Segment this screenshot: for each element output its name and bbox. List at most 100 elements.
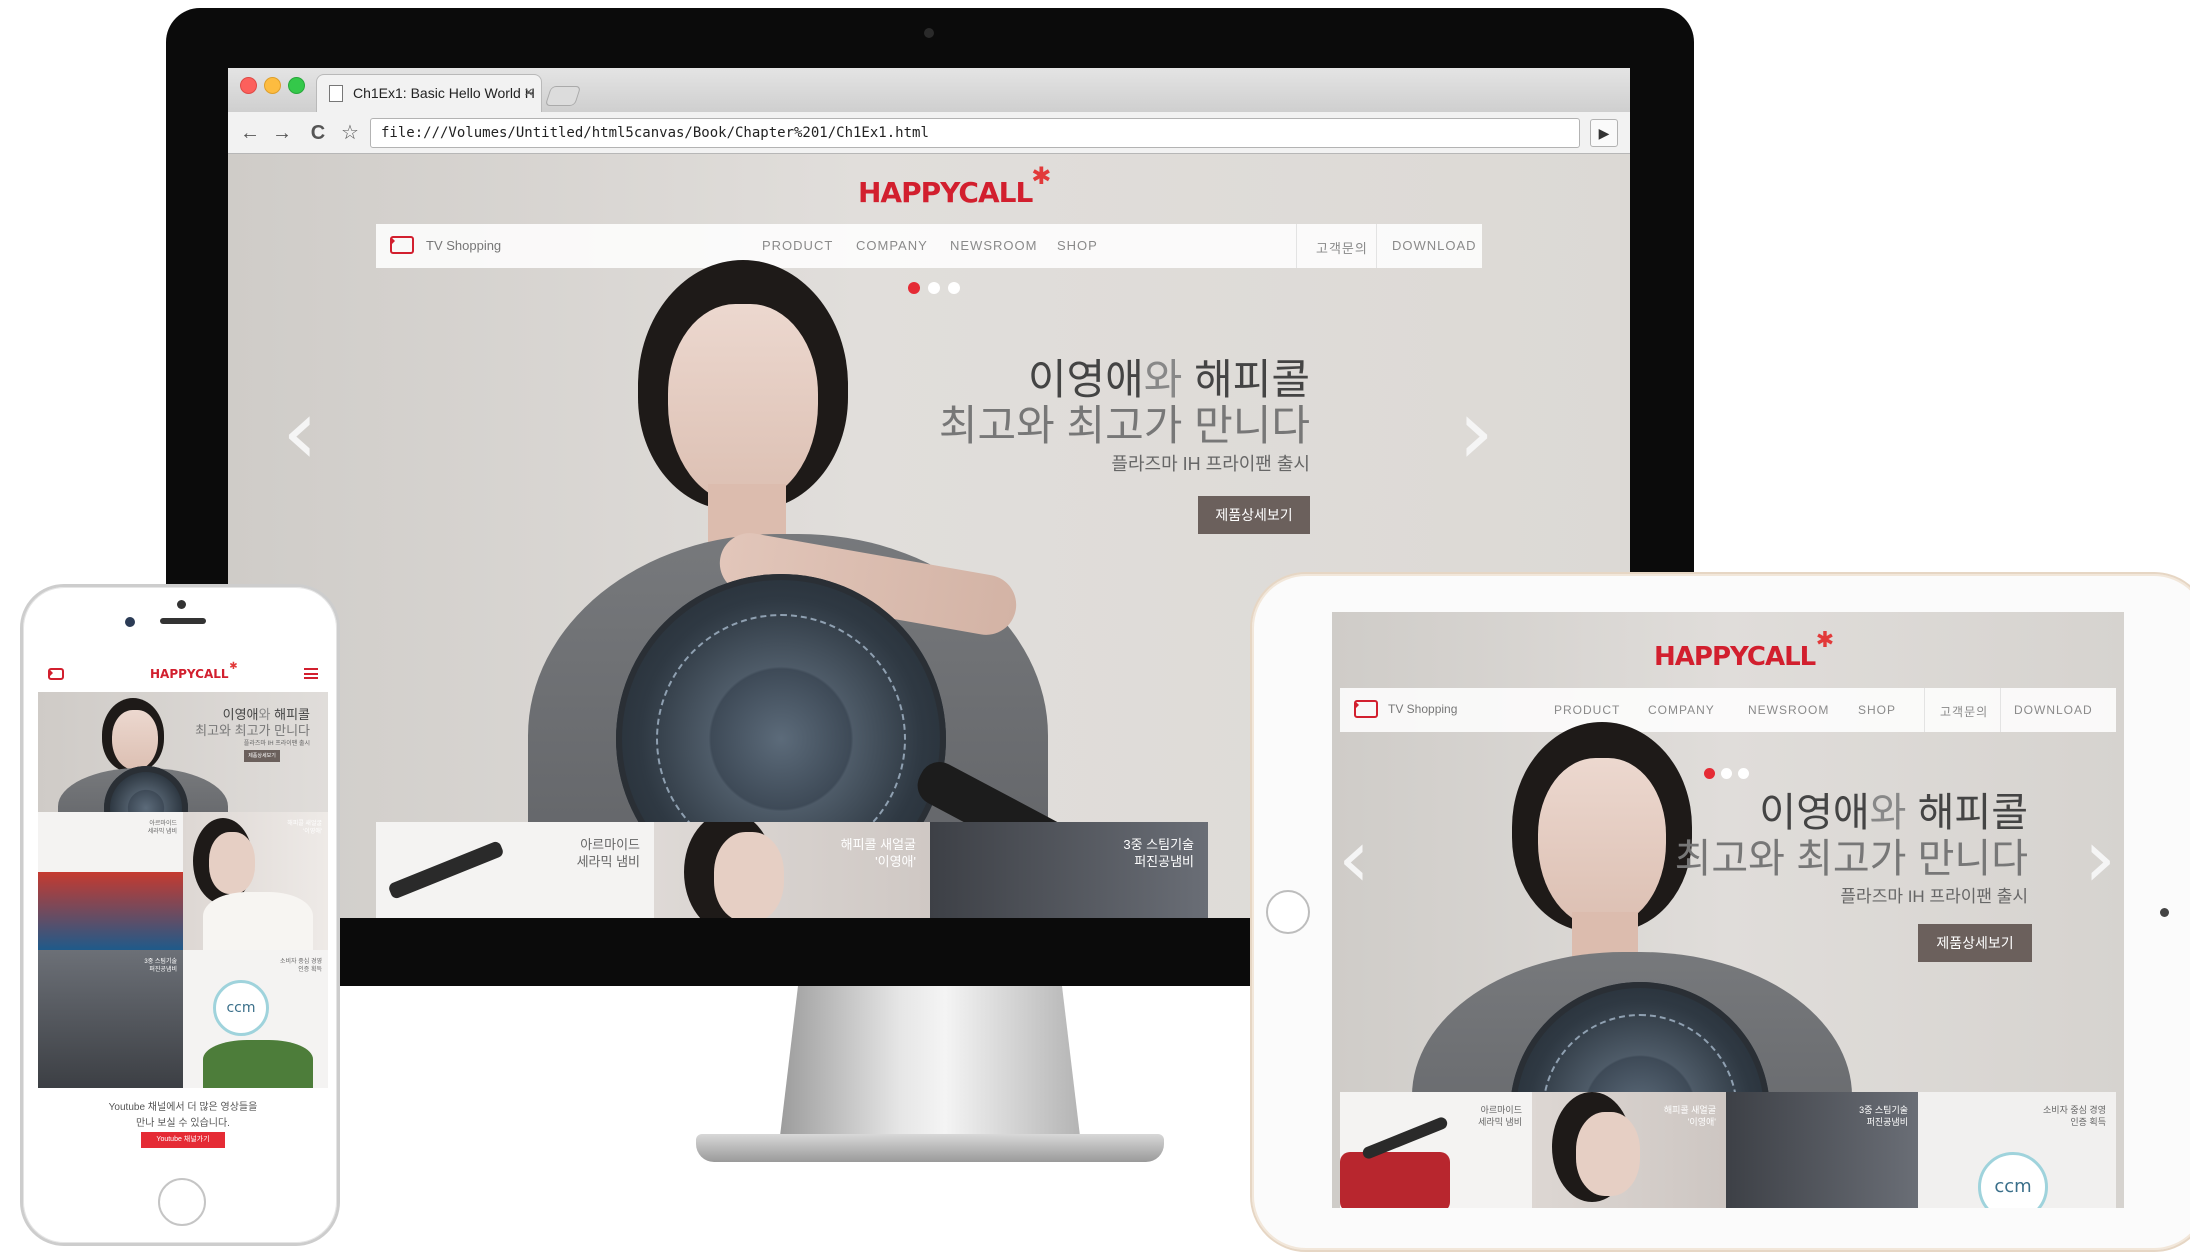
nav-download[interactable]: DOWNLOAD xyxy=(1392,238,1477,253)
thumb-line: 해피콜 새얼굴 xyxy=(840,837,916,852)
thumb-line: 인증 획득 xyxy=(2070,1117,2106,1127)
thumb-text: 아르마이드 세라믹 냄비 xyxy=(577,836,640,870)
reload-icon[interactable]: C xyxy=(304,119,332,147)
nav-support[interactable]: 고객문의 xyxy=(1316,238,1368,257)
back-arrow-icon[interactable]: ← xyxy=(236,119,264,147)
nav-divider xyxy=(1376,224,1377,268)
thumb-new-face[interactable]: 해피콜 새얼굴 '이영애' xyxy=(1532,1092,1726,1208)
thumb-text: 아르마이드 세라믹 냄비 xyxy=(148,820,177,836)
tv-shopping-link[interactable]: TV Shopping xyxy=(390,236,501,254)
ipad-home-button[interactable] xyxy=(1266,890,1310,934)
carousel-dot-1[interactable] xyxy=(1704,768,1715,779)
tile-new-face[interactable]: 해피콜 새얼굴 '이영애' xyxy=(183,812,328,950)
thumb-text: 소비자 중심 경영 인증 획득 xyxy=(280,958,322,974)
happycall-logo[interactable]: HAPPYCALL ✱ xyxy=(1654,628,1834,672)
thumb-ccm-certification[interactable]: ccm 소비자 중심 경영 인증 획득 xyxy=(1918,1092,2116,1208)
browser-tab-bar: Ch1Ex1: Basic Hello World H × xyxy=(228,68,1630,112)
carousel-prev-icon[interactable]: ‹ xyxy=(282,380,318,485)
nav-download[interactable]: DOWNLOAD xyxy=(2014,703,2093,717)
product-details-button[interactable]: 제품상세보기 xyxy=(244,750,280,762)
thumb-text: 해피콜 새얼굴 '이영애' xyxy=(841,836,916,870)
happycall-logo[interactable]: HAPPYCALL ✱ xyxy=(150,661,238,681)
carousel-dot-3[interactable] xyxy=(948,282,960,294)
tile-ceramic-pot[interactable]: 아르마이드 세라믹 냄비 xyxy=(38,812,183,950)
carousel-dots xyxy=(908,282,960,294)
thumb-new-face[interactable]: 해피콜 새얼굴 '이영애' xyxy=(654,822,930,918)
mobile-hero: 이영애와 해피콜 최고와 최고가 만니다 플라즈마 IH 프라이팬 출시 제품상… xyxy=(38,692,328,850)
tile-steam-pot[interactable]: 3중 스팀기술 퍼진공냄비 xyxy=(38,950,183,1088)
carousel-dots xyxy=(1704,768,1749,779)
thumb-text: 소비자 중심 경영 인증 획득 xyxy=(2043,1104,2106,1128)
nav-product[interactable]: PRODUCT xyxy=(1554,703,1620,717)
thumb-line: 해피콜 새얼굴 xyxy=(1663,1105,1716,1115)
nav-newsroom[interactable]: NEWSROOM xyxy=(1748,703,1829,717)
browser-tab[interactable]: Ch1Ex1: Basic Hello World H × xyxy=(316,74,542,112)
carousel-next-icon[interactable]: › xyxy=(2084,812,2116,905)
tv-play-icon[interactable] xyxy=(48,668,64,680)
forward-arrow-icon[interactable]: → xyxy=(268,119,296,147)
ccm-badge: ccm xyxy=(1978,1152,2048,1208)
ipad-screen: HAPPYCALL ✱ TV Shopping PRODUCT COMPANY … xyxy=(1332,612,2124,1208)
hero-subtitle: 플라즈마 IH 프라이팬 출시 xyxy=(1840,887,2028,906)
carousel-dot-2[interactable] xyxy=(1721,768,1732,779)
hamburger-menu-icon[interactable] xyxy=(304,668,318,679)
thumb-line: 아르마이드 xyxy=(580,837,640,852)
youtube-channel-button[interactable]: Youtube 채널가기 xyxy=(141,1132,225,1148)
carousel-dot-1[interactable] xyxy=(908,282,920,294)
thumb-line: '이영애' xyxy=(303,829,322,835)
new-tab-button[interactable] xyxy=(544,86,582,106)
carousel-prev-icon[interactable]: ‹ xyxy=(1338,812,1370,905)
thumb-steam-pot[interactable]: 3중 스팀기술 퍼진공냄비 xyxy=(930,822,1208,918)
mobile-header: HAPPYCALL ✱ xyxy=(38,656,328,692)
close-window-button[interactable] xyxy=(240,77,257,94)
iphone-speaker xyxy=(160,618,206,624)
thumb-text: 아르마이드 세라믹 냄비 xyxy=(1478,1104,1522,1128)
model-thumb-outfit xyxy=(203,892,313,950)
tv-shopping-link[interactable]: TV Shopping xyxy=(1354,700,1457,718)
thumb-text: 해피콜 새얼굴 '이영애' xyxy=(287,820,322,836)
imac-stand xyxy=(780,986,1080,1136)
carousel-next-icon[interactable]: › xyxy=(1458,380,1494,485)
thumb-line: 퍼진공냄비 xyxy=(1134,854,1194,869)
product-details-button[interactable]: 제품상세보기 xyxy=(1198,496,1310,534)
hero-title-line2: 최고와 최고가 만니다 xyxy=(938,402,1310,449)
thumb-ceramic-pot[interactable]: 아르마이드 세라믹 냄비 xyxy=(1340,1092,1532,1208)
model-thumb-face xyxy=(714,832,784,918)
pot-image xyxy=(38,872,183,950)
nav-shop[interactable]: SHOP xyxy=(1858,703,1896,717)
thumb-line: 세라믹 냄비 xyxy=(576,854,640,869)
address-bar[interactable]: file:///Volumes/Untitled/html5canvas/Boo… xyxy=(370,118,1580,148)
logo-star-icon: ✱ xyxy=(1815,628,1834,653)
close-tab-icon[interactable]: × xyxy=(524,75,533,111)
red-pot-image xyxy=(1340,1152,1450,1208)
nav-support[interactable]: 고객문의 xyxy=(1940,703,1988,720)
iphone-home-button[interactable] xyxy=(158,1178,206,1226)
nav-company[interactable]: COMPANY xyxy=(856,238,928,253)
thumb-line: 3중 스팀기술 xyxy=(1859,1105,1908,1115)
ipad-camera xyxy=(2160,908,2169,917)
nav-newsroom[interactable]: NEWSROOM xyxy=(950,238,1037,253)
thumb-line: '이영애' xyxy=(1687,1117,1716,1127)
go-button[interactable]: ▶ xyxy=(1590,119,1618,147)
tile-ccm-certification[interactable]: ccm 소비자 중심 경영 인증 획득 xyxy=(183,950,328,1088)
carousel-dot-2[interactable] xyxy=(928,282,940,294)
tv-shopping-label: TV Shopping xyxy=(1388,702,1458,716)
product-details-button[interactable]: 제품상세보기 xyxy=(1918,924,2032,962)
nav-company[interactable]: COMPANY xyxy=(1648,703,1715,717)
thumb-steam-pot[interactable]: 3중 스팀기술 퍼진공냄비 xyxy=(1726,1092,1918,1208)
happycall-logo[interactable]: HAPPYCALL ✱ xyxy=(858,162,1051,209)
tv-shopping-label: TV Shopping xyxy=(426,237,502,253)
ccm-badge: ccm xyxy=(213,980,269,1036)
zoom-window-button[interactable] xyxy=(288,77,305,94)
minimize-window-button[interactable] xyxy=(264,77,281,94)
browser-toolbar: ← → C ☆ file:///Volumes/Untitled/html5ca… xyxy=(228,112,1630,154)
model-face xyxy=(1538,758,1666,928)
nav-shop[interactable]: SHOP xyxy=(1057,238,1098,253)
thumb-ceramic-pot[interactable]: 아르마이드 세라믹 냄비 xyxy=(376,822,654,918)
carousel-dot-3[interactable] xyxy=(1738,768,1749,779)
nav-product[interactable]: PRODUCT xyxy=(762,238,833,253)
nav-divider xyxy=(1296,224,1297,268)
iphone-camera xyxy=(177,600,186,609)
bookmark-star-icon[interactable]: ☆ xyxy=(336,119,364,147)
imac-stand-base xyxy=(696,1134,1164,1162)
